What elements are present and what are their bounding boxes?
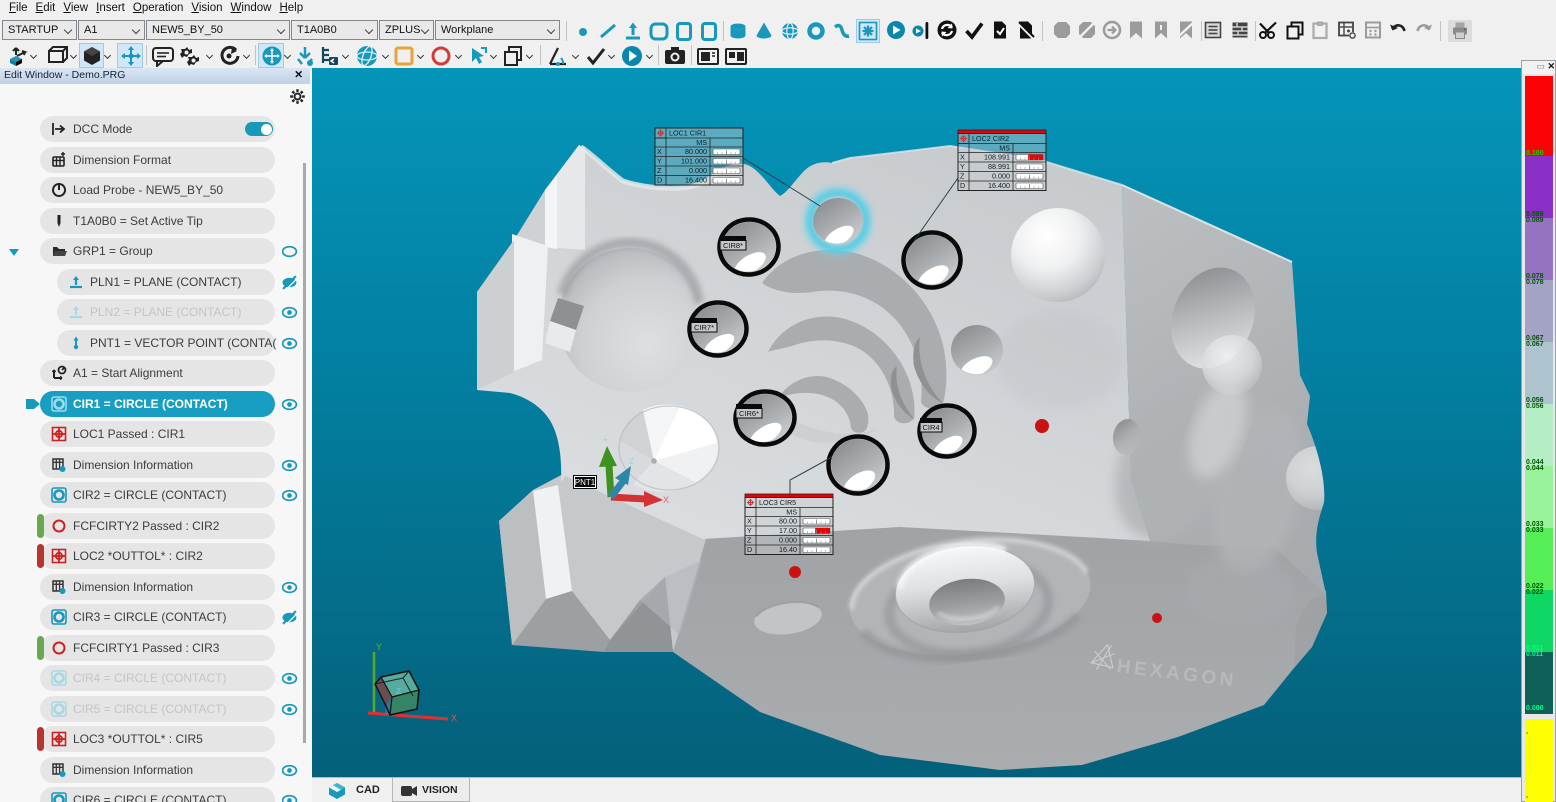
svg-text:0.000: 0.000 (779, 536, 797, 545)
svg-text:X: X (960, 153, 965, 162)
svg-text:Y: Y (747, 526, 752, 535)
svg-text:CIR4: CIR4 (922, 423, 939, 432)
svg-text:ˇ: ˇ (604, 438, 607, 448)
svg-text:X: X (663, 495, 669, 505)
svg-text:X: X (451, 713, 457, 723)
svg-text:CIR6*: CIR6* (739, 409, 759, 418)
svg-text:16.40: 16.40 (779, 545, 797, 554)
svg-text:80.000: 80.000 (685, 147, 707, 156)
svg-text:17.00: 17.00 (779, 526, 797, 535)
svg-text:MS: MS (999, 144, 1010, 153)
svg-text:MS: MS (786, 508, 797, 517)
svg-text:80.00: 80.00 (779, 517, 797, 526)
svg-text:108.991: 108.991 (984, 153, 1010, 162)
svg-text:Y: Y (376, 642, 382, 652)
svg-text:101.000: 101.000 (681, 157, 707, 166)
svg-text:D: D (657, 176, 662, 185)
svg-text:Z: Z (396, 687, 401, 696)
svg-text:16.400: 16.400 (988, 181, 1010, 190)
svg-text:Z: Z (629, 457, 634, 466)
svg-text:LOC1 CIR1: LOC1 CIR1 (669, 129, 706, 138)
svg-text:88.991: 88.991 (988, 162, 1010, 171)
svg-text:PNT1: PNT1 (575, 478, 596, 487)
svg-text:X: X (657, 147, 662, 156)
svg-text:D: D (960, 181, 965, 190)
svg-text:Z: Z (657, 166, 662, 175)
svg-text:0.000: 0.000 (992, 172, 1010, 181)
svg-text:LOC2 CIR2: LOC2 CIR2 (972, 134, 1009, 143)
svg-text:LOC3 CIR5: LOC3 CIR5 (759, 498, 796, 507)
svg-text:X: X (747, 517, 752, 526)
svg-text:Z: Z (960, 172, 965, 181)
svg-text:D: D (747, 545, 752, 554)
svg-text:Z: Z (747, 536, 752, 545)
svg-text:Y: Y (960, 162, 965, 171)
svg-text:Y: Y (657, 157, 662, 166)
svg-text:CIR7*: CIR7* (694, 323, 714, 332)
svg-text:0.000: 0.000 (689, 166, 707, 175)
svg-text:MS: MS (696, 138, 707, 147)
svg-text:16.400: 16.400 (685, 176, 707, 185)
svg-text:CIR8*: CIR8* (723, 241, 743, 250)
